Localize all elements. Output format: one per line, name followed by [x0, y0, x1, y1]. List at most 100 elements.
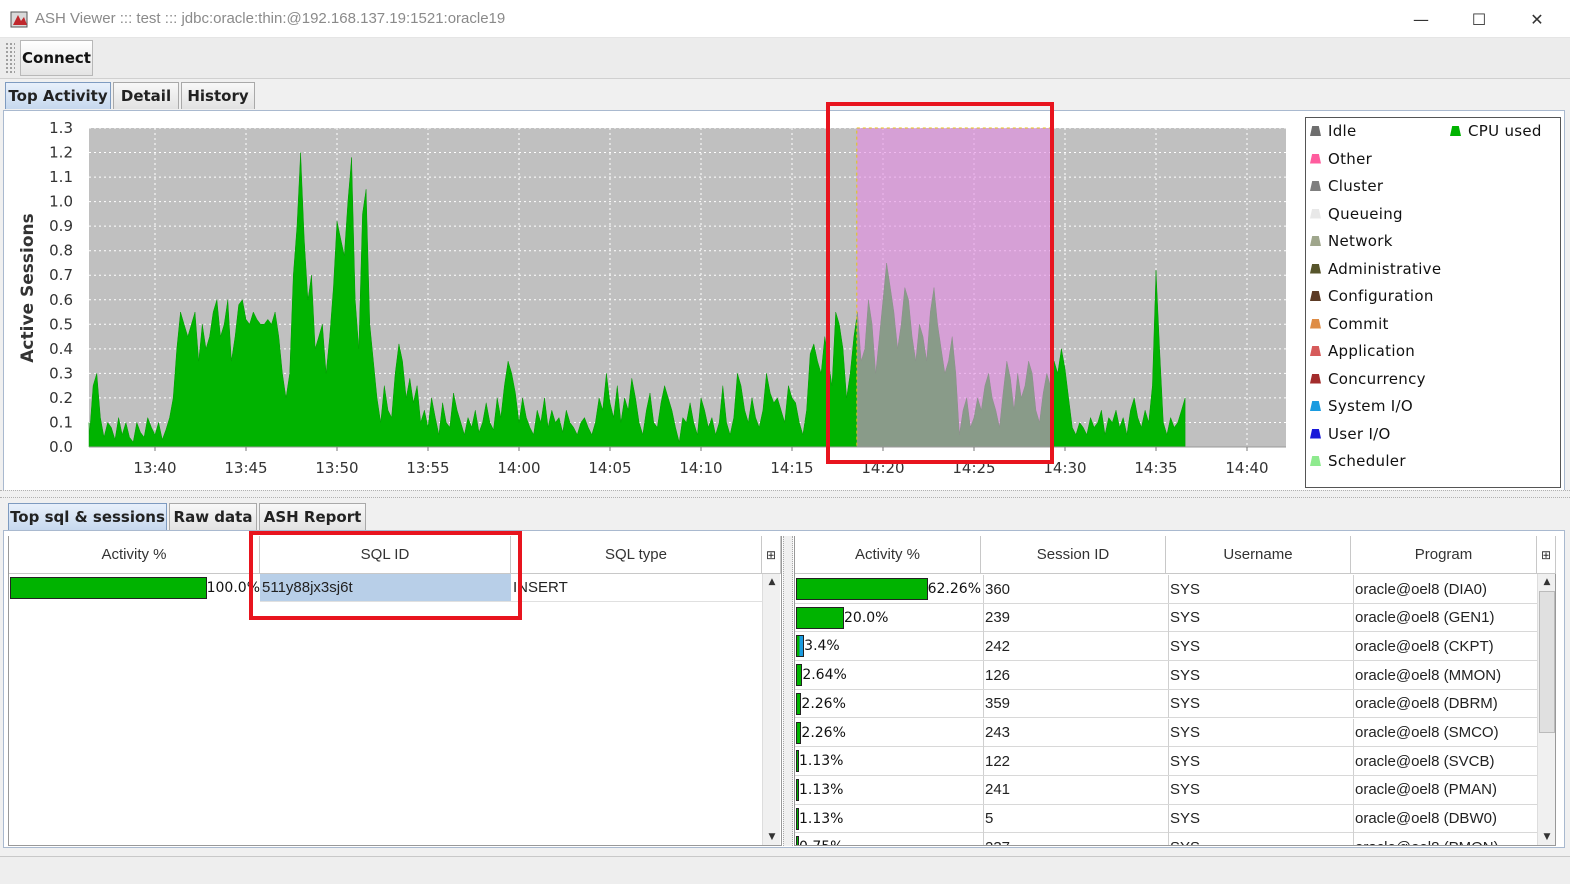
legend-item: Configuration — [1310, 287, 1434, 305]
session-id-cell[interactable]: 122 — [983, 747, 1166, 776]
scroll-up-icon[interactable]: ▲ — [1538, 574, 1556, 590]
activity-cell[interactable]: 3.4% — [796, 634, 981, 658]
scroll-thumb[interactable] — [1539, 591, 1555, 733]
title-bar: ASH Viewer ::: test ::: jdbc:oracle:thin… — [0, 0, 1570, 38]
username-cell[interactable]: SYS — [1168, 661, 1351, 690]
y-tick-label: 0.9 — [49, 217, 73, 235]
x-tick-label: 14:10 — [679, 459, 722, 477]
program-cell[interactable]: oracle@oel8 (DBRM) — [1353, 689, 1537, 718]
legend-label: Configuration — [1328, 287, 1434, 305]
sql-row-activity[interactable]: 100.0% — [10, 576, 260, 600]
program-cell[interactable]: oracle@oel8 (DIA0) — [1353, 575, 1537, 603]
table-splitter[interactable] — [783, 536, 793, 846]
tab-detail[interactable]: Detail — [113, 82, 179, 109]
session-id-cell[interactable]: 239 — [983, 603, 1166, 632]
y-tick-label: 0.8 — [49, 242, 73, 260]
username-cell[interactable]: SYS — [1168, 833, 1351, 845]
session-id-cell[interactable]: 241 — [983, 775, 1166, 804]
table-row[interactable]: 1.13% 5 SYS oracle@oel8 (DBW0) — [795, 804, 1537, 834]
y-tick-label: 0.7 — [49, 266, 73, 284]
activity-cell[interactable]: 1.13% — [796, 807, 981, 831]
session-id-cell[interactable]: 237 — [983, 833, 1166, 845]
table-row[interactable]: 1.13% 122 SYS oracle@oel8 (SVCB) — [795, 747, 1537, 776]
program-cell[interactable]: oracle@oel8 (DBW0) — [1353, 804, 1537, 833]
tab-ash-report[interactable]: ASH Report — [259, 503, 366, 530]
tab-top-activity[interactable]: Top Activity — [5, 82, 111, 109]
session-header-activity[interactable]: Activity % — [795, 536, 981, 574]
tab-raw-data[interactable]: Raw data — [169, 503, 257, 530]
activity-cell[interactable]: 20.0% — [796, 606, 981, 630]
table-row[interactable]: 2.26% 359 SYS oracle@oel8 (DBRM) — [795, 689, 1537, 719]
table-row[interactable]: 20.0% 239 SYS oracle@oel8 (GEN1) — [795, 603, 1537, 633]
session-header-program[interactable]: Program — [1351, 536, 1537, 574]
program-cell[interactable]: oracle@oel8 (PMON) — [1353, 833, 1537, 845]
activity-percent: 1.13% — [799, 810, 844, 827]
program-cell[interactable]: oracle@oel8 (SMCO) — [1353, 718, 1537, 747]
tab-top-sql-sessions[interactable]: Top sql & sessions — [8, 503, 167, 530]
username-cell[interactable]: SYS — [1168, 804, 1351, 833]
program-cell[interactable]: oracle@oel8 (GEN1) — [1353, 603, 1537, 632]
legend-label: Scheduler — [1328, 452, 1406, 470]
scroll-down-icon[interactable]: ▼ — [1538, 829, 1556, 845]
activity-cell[interactable]: 1.13% — [796, 778, 981, 802]
username-cell[interactable]: SYS — [1168, 718, 1351, 747]
activity-cell[interactable]: 2.26% — [796, 721, 981, 745]
username-cell[interactable]: SYS — [1168, 775, 1351, 804]
activity-percent: 0.75% — [799, 839, 843, 845]
program-cell[interactable]: oracle@oel8 (SVCB) — [1353, 747, 1537, 776]
program-cell[interactable]: oracle@oel8 (CKPT) — [1353, 632, 1537, 661]
activity-bar — [10, 577, 207, 599]
session-id-cell[interactable]: 5 — [983, 804, 1166, 833]
session-scrollbar[interactable]: ▲ ▼ — [1537, 574, 1555, 845]
table-row[interactable]: 3.4% 242 SYS oracle@oel8 (CKPT) — [795, 632, 1537, 662]
tab-history[interactable]: History — [181, 82, 255, 109]
sql-type-cell[interactable]: INSERT — [511, 574, 762, 602]
session-id-cell[interactable]: 242 — [983, 632, 1166, 661]
sql-header-activity[interactable]: Activity % — [9, 536, 260, 574]
session-id-cell[interactable]: 126 — [983, 661, 1166, 690]
activity-percent: 2.64% — [802, 667, 847, 684]
program-cell[interactable]: oracle@oel8 (PMAN) — [1353, 775, 1537, 804]
legend-marker-icon — [1310, 456, 1321, 466]
username-cell[interactable]: SYS — [1168, 747, 1351, 776]
username-cell[interactable]: SYS — [1168, 632, 1351, 661]
y-tick-label: 0.4 — [49, 340, 73, 358]
activity-cell[interactable]: 0.75% — [796, 835, 981, 845]
maximize-button[interactable]: ☐ — [1450, 0, 1508, 38]
scroll-up-icon[interactable]: ▲ — [763, 574, 781, 590]
table-row[interactable]: 1.13% 241 SYS oracle@oel8 (PMAN) — [795, 775, 1537, 805]
activity-cell[interactable]: 2.26% — [796, 692, 981, 716]
sql-header-sql-type[interactable]: SQL type — [511, 536, 762, 574]
table-row[interactable]: 62.26% 360 SYS oracle@oel8 (DIA0) — [795, 575, 1537, 604]
legend-label: Administrative — [1328, 259, 1442, 278]
session-id-cell[interactable]: 359 — [983, 689, 1166, 718]
program-cell[interactable]: oracle@oel8 (MMON) — [1353, 661, 1537, 690]
sql-scrollbar[interactable]: ▲ ▼ — [762, 574, 780, 845]
splitter[interactable] — [0, 490, 1570, 498]
scroll-down-icon[interactable]: ▼ — [763, 829, 781, 845]
activity-bar — [796, 606, 844, 629]
username-cell[interactable]: SYS — [1168, 575, 1351, 603]
username-cell[interactable]: SYS — [1168, 689, 1351, 718]
table-row[interactable]: 2.26% 243 SYS oracle@oel8 (SMCO) — [795, 718, 1537, 748]
column-control-icon[interactable]: ⊞ — [762, 536, 781, 574]
session-id-cell[interactable]: 243 — [983, 718, 1166, 747]
connect-button[interactable]: Connect — [20, 40, 93, 76]
session-header-session-id[interactable]: Session ID — [981, 536, 1166, 574]
column-control-icon[interactable]: ⊞ — [1537, 536, 1556, 574]
toolbar-grip[interactable] — [5, 42, 15, 75]
session-header-username[interactable]: Username — [1166, 536, 1351, 574]
table-row[interactable]: 0.75% 237SYSoracle@oel8 (PMON) — [795, 833, 1537, 845]
minimize-button[interactable]: — — [1392, 0, 1450, 38]
username-cell[interactable]: SYS — [1168, 603, 1351, 632]
close-button[interactable]: ✕ — [1508, 0, 1566, 38]
table-row[interactable]: 2.64% 126 SYS oracle@oel8 (MMON) — [795, 661, 1537, 690]
activity-cell[interactable]: 2.64% — [796, 663, 981, 687]
x-tick-label: 14:05 — [588, 459, 631, 477]
activity-chart[interactable]: 0.0 0.1 0.2 0.3 0.4 0.5 0.6 0.7 0.8 0.9 1.0 1.1 1.2 1… — [0, 110, 1300, 490]
activity-cell[interactable]: 1.13% — [796, 749, 981, 773]
chart-legend: Idle Other Cluster Queueing Network Administr… — [1305, 117, 1561, 488]
session-id-cell[interactable]: 360 — [983, 575, 1166, 603]
y-tick-label: 1.3 — [49, 119, 73, 137]
activity-cell[interactable]: 62.26% — [796, 577, 981, 601]
